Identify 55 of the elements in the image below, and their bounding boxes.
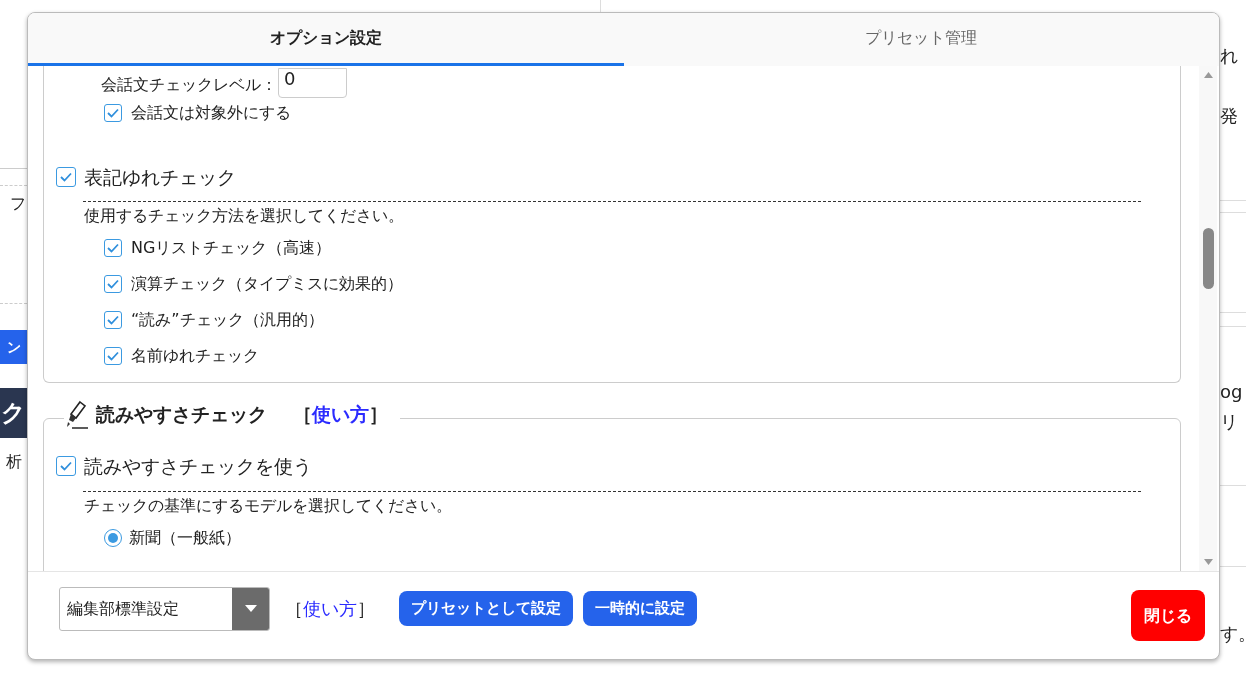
checkbox[interactable] <box>104 238 122 257</box>
checkbox[interactable] <box>104 104 122 122</box>
page-text: れ <box>1220 44 1238 68</box>
check-icon <box>60 172 72 183</box>
scroll-down-icon[interactable] <box>1203 559 1213 565</box>
radio-label: 新聞（一般紙） <box>129 527 241 549</box>
scrollbar[interactable] <box>1199 66 1217 571</box>
page-text: す。 <box>1220 622 1246 646</box>
checkbox[interactable] <box>56 167 76 188</box>
bracket: ［ <box>285 597 303 621</box>
page-text: フ <box>10 193 26 215</box>
tab[interactable]: オプション設定 <box>28 13 624 66</box>
check-icon <box>107 108 119 118</box>
section-title: 読みやすさチェック <box>96 402 267 428</box>
checkbox[interactable] <box>104 310 122 329</box>
page-button[interactable]: ン <box>0 330 27 364</box>
tab[interactable]: プリセット管理 <box>623 13 1219 66</box>
checkbox[interactable] <box>104 274 122 293</box>
action-button[interactable]: 一時的に設定 <box>583 591 697 626</box>
checkbox-label: 読みやすさチェックを使う <box>84 453 312 479</box>
check-icon <box>107 314 119 325</box>
checkbox-label: 会話文は対象外にする <box>131 102 291 124</box>
caret-icon <box>244 605 257 612</box>
level-input[interactable]: 0 <box>278 68 347 98</box>
pen-icon <box>64 399 90 430</box>
help-link[interactable]: 使い方 <box>303 595 357 622</box>
radio-button[interactable] <box>104 529 122 547</box>
bracket: ］ <box>369 402 388 428</box>
check-icon <box>107 242 119 253</box>
checkbox-label: 名前ゆれチェック <box>131 344 259 367</box>
instruction-text: チェックの基準にするモデルを選択してください。 <box>84 495 453 517</box>
bracket: ［ <box>293 402 312 428</box>
check-icon <box>107 350 119 361</box>
checkbox[interactable] <box>56 455 76 476</box>
checkbox-label: 表記ゆれチェック <box>84 165 236 190</box>
help-link[interactable]: 使い方 <box>312 400 369 429</box>
page-text: 発 <box>1220 104 1238 128</box>
action-button[interactable]: プリセットとして設定 <box>399 591 573 626</box>
checkbox[interactable] <box>104 346 122 365</box>
page-text: og <box>1220 380 1243 404</box>
checkbox-label: NGリストチェック（高速） <box>131 236 332 259</box>
page-text: 析 <box>6 451 22 473</box>
bracket: ］ <box>357 597 375 621</box>
check-icon <box>107 278 119 289</box>
checkbox-label: 演算チェック（タイプミスに効果的） <box>131 272 403 295</box>
preset-select[interactable]: 編集部標準設定 <box>59 586 270 631</box>
field-label: 会話文チェックレベル： <box>101 74 277 96</box>
scroll-up-icon[interactable] <box>1203 72 1213 78</box>
checkbox-label: “読み”チェック（汎用的） <box>131 308 324 331</box>
page-banner: ク <box>0 388 27 438</box>
instruction-text: 使用するチェック方法を選択してください。 <box>84 204 405 227</box>
scroll-thumb[interactable] <box>1203 228 1214 289</box>
check-icon <box>60 460 72 471</box>
close-button[interactable]: 閉じる <box>1131 590 1205 641</box>
page-text: リ <box>1220 410 1238 434</box>
